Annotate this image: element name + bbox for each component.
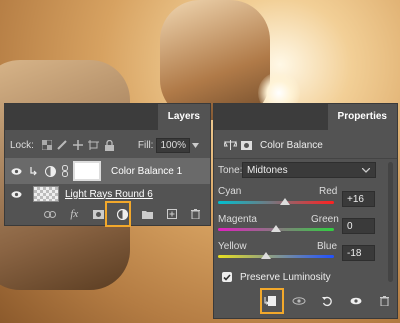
adjustment-icon-highlight [105, 201, 131, 227]
yellow-blue-value-input[interactable]: -18 [342, 245, 375, 261]
trash-icon[interactable] [189, 209, 203, 219]
group-folder-icon[interactable] [140, 210, 154, 219]
visibility-icon[interactable] [348, 297, 364, 305]
layer-name[interactable]: Light Rays Round 6 [65, 189, 153, 200]
layer-row-color-balance[interactable]: Color Balance 1 [5, 158, 210, 184]
preserve-luminosity-row: Preserve Luminosity [222, 270, 331, 284]
slider-left-label: Cyan [218, 186, 242, 197]
balance-scale-icon[interactable] [222, 140, 238, 150]
cyan-red-slider-track[interactable] [218, 201, 334, 204]
slider-right-label: Blue [317, 241, 338, 252]
cyan-red-slider-thumb[interactable] [280, 198, 291, 205]
lock-row: Lock: Fill: 100% [10, 136, 208, 154]
layer-mask-icon[interactable] [238, 140, 254, 150]
slider-left-label: Magenta [218, 214, 257, 225]
properties-panel: Properties Color Balance Tone: Midtones … [214, 104, 397, 318]
tab-properties[interactable]: Properties [327, 104, 397, 130]
preserve-luminosity-checkbox[interactable] [222, 272, 232, 282]
lock-image-pixels-icon[interactable] [54, 140, 70, 150]
clip-icon-highlight [260, 288, 284, 314]
tab-layers[interactable]: Layers [157, 104, 210, 130]
astronaut-right [160, 0, 270, 120]
properties-scrollbar[interactable] [388, 162, 393, 282]
tone-select-value: Midtones [247, 165, 288, 176]
clipping-arrow-icon [27, 166, 41, 176]
properties-title: Color Balance [260, 139, 323, 151]
tone-select[interactable]: Midtones [242, 162, 376, 178]
cyan-red-value-input[interactable]: +16 [342, 191, 375, 207]
layer-mask-thumbnail[interactable] [73, 161, 101, 181]
lock-all-icon[interactable] [102, 139, 118, 151]
fill-dropdown-icon[interactable] [192, 142, 200, 148]
slider-left-label: Yellow [218, 241, 247, 252]
header-divider [214, 158, 397, 159]
mask-link-icon[interactable] [59, 165, 71, 177]
slider-right-label: Red [319, 186, 338, 197]
lock-label: Lock: [10, 139, 34, 151]
reset-icon[interactable] [319, 296, 335, 307]
adjustment-layer-icon [41, 165, 59, 177]
tone-label: Tone: [218, 164, 243, 176]
layer-name[interactable]: Color Balance 1 [111, 166, 182, 177]
lock-position-icon[interactable] [70, 140, 86, 150]
layer-thumbnail[interactable] [33, 186, 59, 202]
visibility-eye-icon[interactable] [5, 190, 27, 198]
magenta-green-slider-thumb[interactable] [271, 225, 281, 232]
trash-icon[interactable] [376, 296, 392, 306]
layers-tabbar: Layers [5, 104, 210, 130]
slider-right-label: Green [311, 214, 339, 225]
new-layer-icon[interactable] [165, 209, 179, 219]
layers-panel: Layers Lock: Fill: 100% Color Balance 1 … [5, 104, 210, 227]
magenta-green-value-input[interactable]: 0 [342, 218, 375, 234]
visibility-eye-icon[interactable] [5, 167, 27, 175]
yellow-blue-slider-thumb[interactable] [260, 252, 271, 259]
properties-tabbar: Properties [214, 104, 397, 130]
fill-input[interactable]: 100% [156, 137, 191, 153]
view-previous-icon[interactable] [291, 297, 307, 305]
chevron-down-icon [362, 168, 370, 173]
lock-artboard-icon[interactable] [86, 140, 102, 150]
link-icon[interactable] [43, 210, 57, 218]
fx-icon[interactable]: fx [67, 208, 81, 220]
properties-header: Color Balance [222, 136, 323, 154]
lock-transparent-pixels-icon[interactable] [40, 140, 54, 150]
preserve-luminosity-label: Preserve Luminosity [240, 271, 331, 283]
mask-icon[interactable] [92, 209, 106, 219]
fill-label: Fill: [137, 139, 154, 151]
yellow-blue-slider-track[interactable] [218, 255, 334, 258]
